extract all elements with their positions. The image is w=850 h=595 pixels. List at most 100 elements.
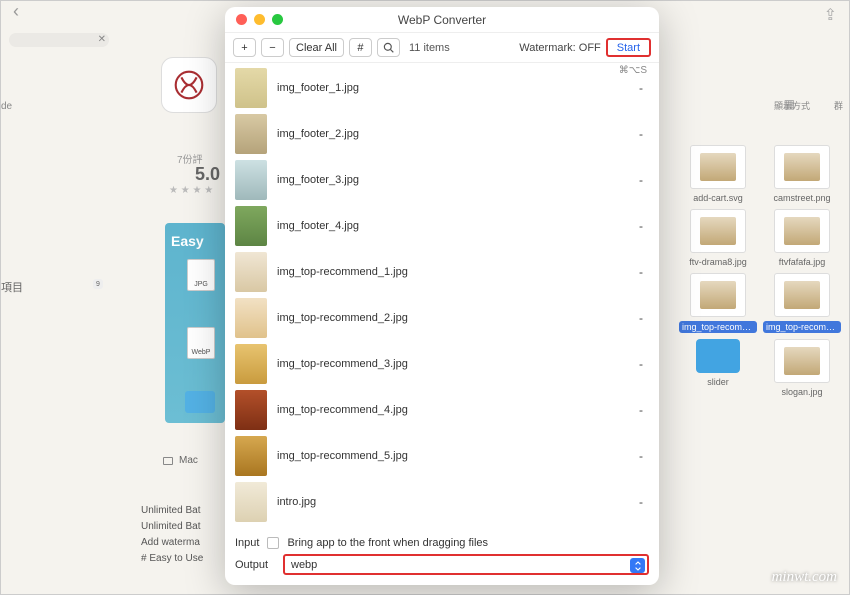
file-status: - [639,495,649,509]
file-icon [690,273,746,317]
bg-pill: ✕ [9,33,109,47]
input-label: Input [235,537,259,549]
nav-back-icon: ‹ [13,1,19,22]
file-icon [774,145,830,189]
finder-item-label: slider [679,377,757,387]
remove-button[interactable]: − [261,38,284,57]
bottom-panel: Input Bring app to the front when draggi… [225,531,659,585]
file-status: - [639,219,649,233]
file-name: intro.jpg [277,496,629,508]
file-thumbnail [235,344,267,384]
bg-folder [185,391,215,413]
webp-converter-window: WebP Converter + − Clear All # 11 items … [225,7,659,585]
bg-mac-line: Mac [163,455,198,466]
finder-item-label: ftv-drama8.jpg [679,257,757,267]
share-icon: ⇪ [824,5,837,25]
titlebar: WebP Converter [225,7,659,33]
finder-grid: add-cart.svg camstreet.png ftv-drama8.jpg f… [677,141,849,401]
file-status: - [639,265,649,279]
file-thumbnail [235,206,267,246]
file-icon [774,209,830,253]
finder-item[interactable]: slider [681,339,755,397]
finder-item-label: slogan.jpg [763,387,841,397]
app-logo [161,57,217,113]
file-thumbnail [235,298,267,338]
file-row[interactable]: intro.jpg- [235,479,649,525]
bg-file-icons: JPGWebP [187,259,215,359]
file-row[interactable]: img_footer_3.jpg- [235,157,649,203]
bg-rating: 5.0 [195,164,220,185]
finder-item[interactable]: ftvfafafa.jpg [765,209,839,267]
file-name: img_footer_3.jpg [277,174,629,186]
output-format-select[interactable]: webp [283,554,649,575]
output-value: webp [291,559,317,571]
file-name: img_top-recommend_4.jpg [277,404,629,416]
file-name: img_top-recommend_5.jpg [277,450,629,462]
finder-item[interactable]: ftv-drama8.jpg [681,209,755,267]
file-thumbnail [235,252,267,292]
file-thumbnail [235,390,267,430]
chevron-updown-icon [630,558,645,573]
toolbar: + − Clear All # 11 items Watermark: OFF … [225,33,659,63]
file-icon [690,145,746,189]
file-row[interactable]: img_footer_1.jpg- [235,65,649,111]
bring-front-checkbox[interactable] [267,537,279,549]
file-status: - [639,173,649,187]
file-row[interactable]: img_footer_2.jpg- [235,111,649,157]
file-name: img_top-recommend_2.jpg [277,312,629,324]
file-row[interactable]: img_top-recommend_1.jpg- [235,249,649,295]
output-label: Output [235,559,275,571]
file-thumbnail [235,114,267,154]
search-button[interactable] [377,38,400,57]
finder-item[interactable]: add-cart.svg [681,145,755,203]
file-list[interactable]: img_footer_1.jpg-img_footer_2.jpg-img_fo… [225,63,659,531]
folder-icon [696,339,740,373]
finder-item-label: add-cart.svg [679,193,757,203]
file-name: img_top-recommend_3.jpg [277,358,629,370]
file-row[interactable]: img_top-recommend_5.jpg- [235,433,649,479]
item-count: 11 items [409,42,450,54]
bg-desc: Unlimited BatUnlimited BatAdd waterma# E… [141,503,203,567]
file-status: - [639,403,649,417]
bg-right-head: 顯示方式群 [774,99,843,112]
file-row[interactable]: img_top-recommend_4.jpg- [235,387,649,433]
file-thumbnail [235,436,267,476]
bg-text: de [1,101,12,112]
file-thumbnail [235,68,267,108]
watermark-status[interactable]: Watermark: OFF [519,42,600,54]
file-name: img_top-recommend_1.jpg [277,266,629,278]
window-title: WebP Converter [225,13,659,27]
keyboard-shortcut: ⌘⌥S [619,65,647,76]
finder-item[interactable]: camstreet.png [765,145,839,203]
bring-front-label: Bring app to the front when dragging fil… [287,537,488,549]
file-name: img_footer_1.jpg [277,82,629,94]
file-row[interactable]: img_footer_4.jpg- [235,203,649,249]
finder-item[interactable]: img_top-recommend_2.jpg [681,273,755,333]
hash-button[interactable]: # [349,38,372,57]
file-name: img_footer_4.jpg [277,220,629,232]
finder-item-label: ftvfafafa.jpg [763,257,841,267]
bg-stars: ★ ★ ★ ★ [169,185,213,196]
file-name: img_footer_2.jpg [277,128,629,140]
clear-all-button[interactable]: Clear All [289,38,344,57]
bg-easy-text: Easy [171,233,204,249]
file-status: - [639,449,649,463]
file-icon [690,209,746,253]
file-thumbnail [235,482,267,522]
close-icon: ✕ [98,34,106,45]
file-icon [774,339,830,383]
finder-item[interactable]: slogan.jpg [765,339,839,397]
file-icon [774,273,830,317]
finder-item[interactable]: img_top-recommend_3.jpg [765,273,839,333]
file-row[interactable]: img_top-recommend_3.jpg- [235,341,649,387]
sidebar-label: 項目 [1,279,23,295]
file-status: - [639,311,649,325]
image-watermark: minwt.com [772,569,837,586]
finder-item-label: camstreet.png [763,193,841,203]
add-button[interactable]: + [233,38,256,57]
file-thumbnail [235,160,267,200]
file-status: - [639,127,649,141]
start-button[interactable]: Start [606,38,651,57]
file-status: - [639,81,649,95]
file-row[interactable]: img_top-recommend_2.jpg- [235,295,649,341]
